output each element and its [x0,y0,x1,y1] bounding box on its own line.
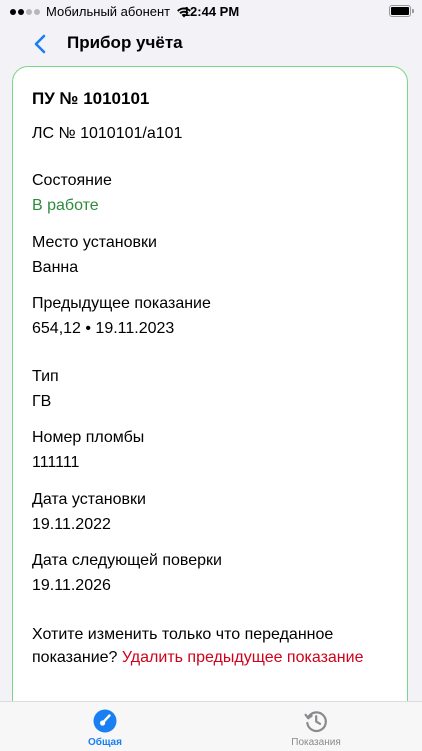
gauge-icon [93,709,117,733]
status-time: 12:44 PM [182,4,240,19]
history-icon [304,711,327,733]
type-label: Тип [32,368,59,385]
status-bar: Мобильный абонент 12:44 PM [0,0,422,26]
type-value: ГВ [32,393,52,410]
state-value: В работе [32,197,99,214]
state-label: Состояние [32,172,112,189]
install-date-value: 19.11.2022 [32,516,111,533]
previous-reading-value: 654,12 • 19.11.2023 [32,320,175,337]
meter-number: ПУ № 1010101 [32,89,150,108]
previous-reading-label: Предыдущее показание [32,295,211,312]
tab-readings[interactable]: Показания [266,708,366,748]
location-label: Место установки [32,234,157,251]
navigation-bar: Прибор учёта [0,26,422,62]
tab-bar: Общая Показания [0,701,422,751]
next-check-date-value: 19.11.2026 [32,577,111,594]
seal-number-value: 111111 [32,454,80,471]
delete-reading-prompt: Хотите изменить только что переданное по… [32,623,392,669]
seal-number-label: Номер пломбы [32,429,145,446]
account-number: ЛС № 1010101/а101 [32,125,183,142]
tab-readings-label: Показания [291,737,341,748]
next-check-date-label: Дата следующей поверки [32,552,222,569]
install-date-label: Дата установки [32,491,146,508]
back-chevron-icon[interactable] [30,33,50,55]
location-value: Ванна [32,259,79,276]
meter-card: ПУ № 1010101 ЛС № 1010101/а101 Состояние… [12,66,408,726]
delete-previous-reading-link[interactable]: Удалить предыдущее показание [122,649,364,666]
tab-general-label: Общая [88,737,122,748]
page-title: Прибор учёта [67,33,183,52]
battery-icon [389,5,414,17]
tab-general[interactable]: Общая [55,708,155,748]
